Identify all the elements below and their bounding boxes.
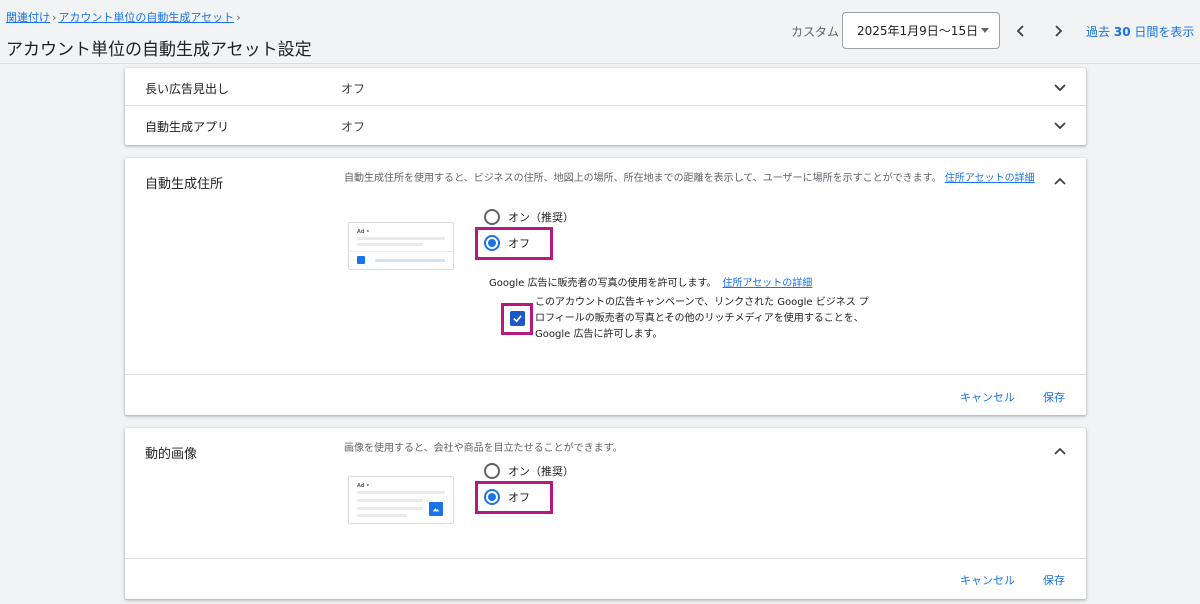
- chevron-down-icon[interactable]: [1052, 79, 1068, 95]
- date-range-label: カスタム: [791, 25, 840, 39]
- dropdown-caret-icon: [981, 28, 989, 33]
- breadcrumb-link-associations[interactable]: 関連付け: [6, 9, 50, 25]
- cancel-button[interactable]: キャンセル: [960, 389, 1015, 405]
- illustration-line: [357, 514, 407, 517]
- illustration-divider: [349, 251, 453, 252]
- section-description: 自動生成住所を使用すると、ビジネスの住所、地図上の場所、所在地までの距離を表示し…: [344, 171, 1038, 186]
- dynamic-image-preview-illustration: Ad •: [348, 476, 454, 524]
- radio-label-off: オフ: [508, 491, 530, 504]
- illustration-line: [357, 237, 445, 240]
- illustration-ad-label: Ad •: [357, 229, 370, 235]
- save-button[interactable]: 保存: [1043, 389, 1065, 405]
- dynamic-image-card: 動的画像 画像を使用すると、会社や商品を目立たせることができます。 Ad • オ…: [125, 428, 1086, 599]
- image-icon: [429, 502, 443, 516]
- radio-off-selected[interactable]: [484, 235, 500, 251]
- page-title: アカウント単位の自動生成アセット設定: [6, 40, 312, 60]
- location-assets-card: 自動生成住所 自動生成住所を使用すると、ビジネスの住所、地図上の場所、所在地まで…: [125, 158, 1086, 415]
- location-pin-icon: [357, 256, 365, 264]
- breadcrumb-link-auto-assets[interactable]: アカウント単位の自動生成アセット: [58, 9, 234, 25]
- setting-row-value: オフ: [341, 120, 366, 134]
- chevron-up-icon[interactable]: [1052, 174, 1068, 190]
- chevron-up-icon[interactable]: [1052, 444, 1068, 460]
- card-footer-divider: [125, 374, 1086, 375]
- location-option-off[interactable]: オフ: [484, 235, 530, 251]
- breadcrumb-separator-icon: ›: [52, 10, 57, 24]
- collapsed-settings-card: 長い広告見出し オフ 自動生成アプリ オフ: [125, 68, 1086, 145]
- merchant-photo-permission: Google 広告に販売者の写真の使用を許可します。 住所アセットの詳細: [489, 274, 812, 289]
- show-30-prefix: 過去: [1086, 25, 1111, 39]
- setting-row-title: 長い広告見出し: [145, 82, 230, 96]
- radio-label-off: オフ: [508, 237, 530, 250]
- photo-details-link[interactable]: 住所アセットの詳細: [722, 278, 812, 289]
- card-footer-divider: [125, 558, 1086, 559]
- date-range-value: 2025年1月9日～15日: [857, 24, 979, 38]
- breadcrumb: 関連付け › アカウント単位の自動生成アセット ›: [6, 9, 241, 25]
- radio-off-selected[interactable]: [484, 489, 500, 505]
- next-period-button[interactable]: [1046, 19, 1070, 43]
- setting-row-title: 自動生成アプリ: [145, 120, 230, 134]
- date-range-select[interactable]: 2025年1月9日～15日: [842, 12, 1000, 49]
- dynamic-image-option-off[interactable]: オフ: [484, 489, 530, 505]
- radio-label-on: オン（推奨）: [508, 211, 574, 224]
- radio-on[interactable]: [484, 209, 500, 225]
- setting-row-long-headline[interactable]: 長い広告見出し オフ: [125, 68, 1086, 106]
- breadcrumb-separator-icon: ›: [236, 10, 241, 24]
- photo-permission-text: Google 広告に販売者の写真の使用を許可します。: [489, 278, 717, 289]
- section-title: 自動生成住所: [145, 177, 224, 192]
- show-last-30-days-link[interactable]: 過去 30 日間を表示: [1086, 23, 1194, 40]
- merchant-photo-checkbox[interactable]: [510, 311, 525, 326]
- illustration-line: [357, 499, 423, 502]
- chevron-right-icon: [1055, 25, 1063, 37]
- show-30-number: 30: [1113, 25, 1131, 39]
- save-button[interactable]: 保存: [1043, 572, 1065, 588]
- location-option-on[interactable]: オン（推奨）: [484, 209, 574, 225]
- show-30-suffix: 日間を表示: [1134, 25, 1195, 39]
- section-title: 動的画像: [145, 447, 198, 462]
- page-header: 関連付け › アカウント単位の自動生成アセット › アカウント単位の自動生成アセ…: [0, 0, 1200, 64]
- checkbox-label: このアカウントの広告キャンペーンで、リンクされた Google ビジネス プロフ…: [535, 297, 869, 340]
- setting-row-value: オフ: [341, 82, 366, 96]
- section-description: 画像を使用すると、会社や商品を目立たせることができます。: [344, 443, 623, 454]
- location-assets-details-link[interactable]: 住所アセットの詳細: [945, 173, 1035, 184]
- illustration-line: [357, 491, 445, 494]
- radio-label-on: オン（推奨）: [508, 465, 574, 478]
- setting-row-auto-app[interactable]: 自動生成アプリ オフ: [125, 106, 1086, 144]
- chevron-left-icon: [1016, 25, 1024, 37]
- radio-on[interactable]: [484, 463, 500, 479]
- description-text: 自動生成住所を使用すると、ビジネスの住所、地図上の場所、所在地までの距離を表示し…: [344, 173, 942, 184]
- previous-period-button[interactable]: [1009, 19, 1033, 43]
- chevron-down-icon[interactable]: [1052, 117, 1068, 133]
- illustration-line: [357, 243, 423, 246]
- location-preview-illustration: Ad •: [348, 222, 454, 270]
- cancel-button[interactable]: キャンセル: [960, 572, 1015, 588]
- illustration-line: [357, 507, 423, 510]
- checkmark-icon: [513, 315, 522, 323]
- illustration-line: [375, 259, 445, 262]
- dynamic-image-option-on[interactable]: オン（推奨）: [484, 463, 574, 479]
- illustration-ad-label: Ad •: [357, 483, 370, 489]
